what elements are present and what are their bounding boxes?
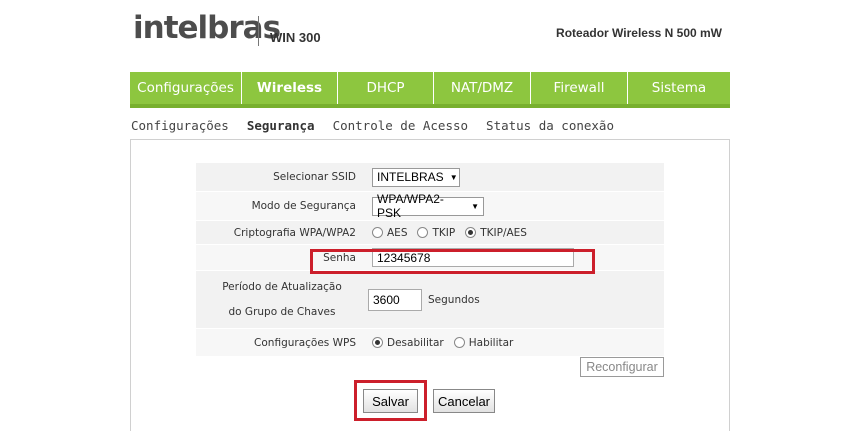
tab-firewall[interactable]: Firewall — [531, 72, 628, 104]
subtab-seguranca[interactable]: Segurança — [247, 118, 315, 133]
tab-sistema[interactable]: Sistema — [628, 72, 730, 104]
tab-wireless[interactable]: Wireless — [242, 72, 338, 104]
crypto-label: Criptografia WPA/WPA2 — [233, 226, 356, 239]
rekey-label: Período de Atualização do Grupo de Chave… — [196, 271, 364, 328]
wps-label: Configurações WPS — [254, 336, 356, 349]
rekey-label-line1: Período de Atualização — [222, 280, 342, 293]
subtab-controle-acesso[interactable]: Controle de Acesso — [333, 118, 468, 133]
model-name: WIN 300 — [270, 30, 321, 45]
radio-aes[interactable]: AES — [372, 227, 407, 239]
radio-on-icon — [372, 337, 383, 348]
row-rekey: Período de Atualização do Grupo de Chave… — [196, 271, 664, 329]
radio-off-icon — [417, 227, 429, 238]
subtab-status-conexao[interactable]: Status da conexão — [486, 118, 614, 133]
radio-off-icon — [372, 227, 383, 238]
radio-wps-disable-label: Desabilitar — [387, 336, 444, 349]
row-wps: Configurações WPS Desabilitar Habilitar — [196, 329, 664, 357]
header: intelbras WIN 300 Roteador Wireless N 50… — [0, 0, 860, 72]
rekey-label-line2: do Grupo de Chaves — [228, 305, 336, 318]
radio-wps-enable[interactable]: Habilitar — [453, 336, 514, 349]
sub-nav: Configurações Segurança Controle de Aces… — [131, 118, 632, 133]
rekey-input[interactable]: 3600 — [368, 288, 422, 311]
subtab-configuracoes[interactable]: Configurações — [131, 118, 229, 133]
radio-aes-label: AES — [387, 226, 408, 239]
security-mode-label: Modo de Segurança — [251, 200, 356, 212]
radio-on-icon — [465, 227, 477, 238]
radio-tkip-label: TKIP — [432, 226, 456, 239]
radio-off-icon — [453, 337, 465, 348]
logo-separator — [258, 16, 259, 46]
device-description: Roteador Wireless N 500 mW — [556, 26, 722, 40]
radio-wps-enable-label: Habilitar — [468, 336, 514, 349]
radio-tkip-aes[interactable]: TKIP/AES — [465, 227, 527, 239]
chevron-down-icon: ▼ — [449, 172, 458, 182]
tab-configuracoes[interactable]: Configurações — [130, 72, 242, 104]
main-nav: Configurações Wireless DHCP NAT/DMZ Fire… — [130, 72, 730, 108]
cancel-button[interactable]: Cancelar — [433, 389, 495, 413]
password-highlight-box — [310, 249, 595, 274]
security-mode-select[interactable]: WPA/WPA2-PSK ▼ — [372, 192, 484, 220]
tab-dhcp[interactable]: DHCP — [338, 72, 434, 104]
row-crypto: Criptografia WPA/WPA2 AES TKIP TKIP/AES — [196, 221, 664, 245]
radio-tkip-aes-label: TKIP/AES — [480, 226, 527, 239]
rekey-unit: Segundos — [428, 293, 480, 306]
security-mode-value: WPA/WPA2-PSK — [377, 192, 444, 220]
radio-wps-disable[interactable]: Desabilitar — [372, 337, 444, 349]
chevron-down-icon: ▼ — [471, 201, 479, 211]
ssid-label: Selecionar SSID — [273, 171, 356, 183]
reconfigure-button[interactable]: Reconfigurar — [580, 357, 664, 377]
radio-tkip[interactable]: TKIP — [417, 227, 455, 239]
row-security-mode: Modo de Segurança WPA/WPA2-PSK ▼ — [196, 192, 664, 221]
ssid-select[interactable]: INTELBRAS ▼ — [372, 167, 460, 187]
save-button[interactable]: Salvar — [363, 389, 418, 413]
tab-nat-dmz[interactable]: NAT/DMZ — [434, 72, 531, 104]
ssid-select-value: INTELBRAS — [377, 170, 444, 184]
row-ssid: Selecionar SSID INTELBRAS ▼ — [196, 163, 664, 192]
